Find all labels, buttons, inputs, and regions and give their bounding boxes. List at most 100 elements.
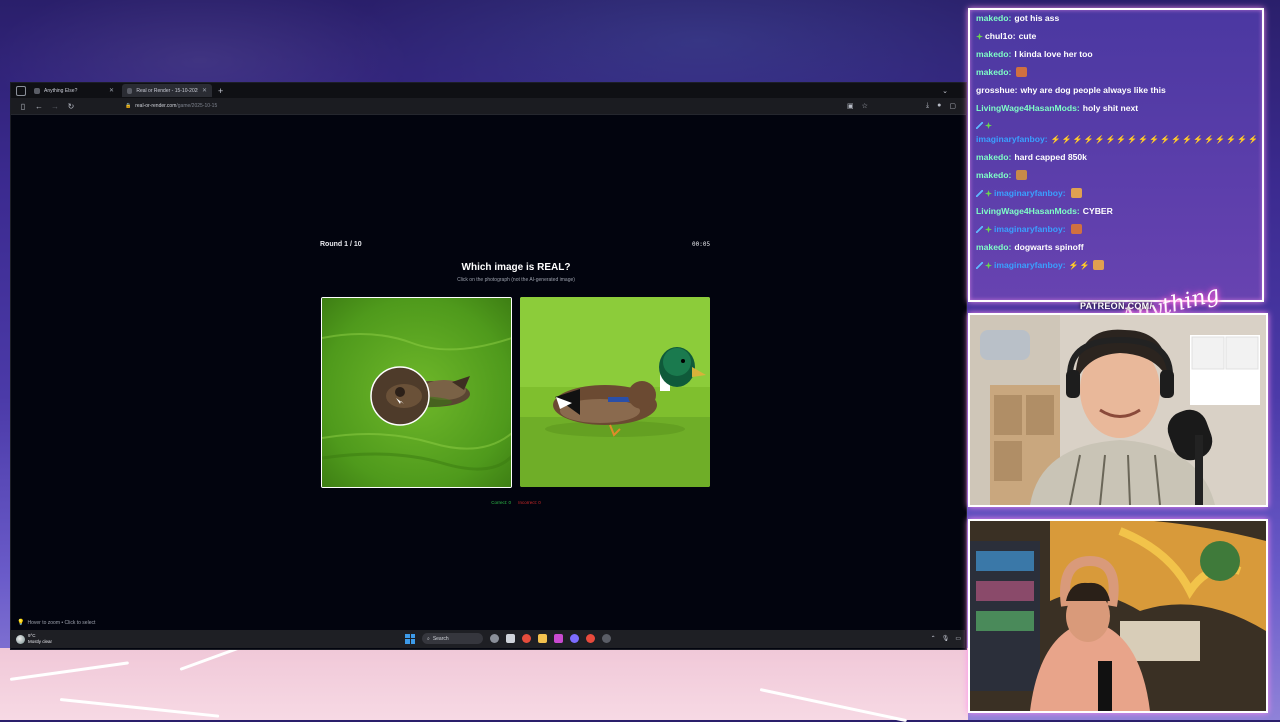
chat-message: imaginaryfanboy:⚡⚡⚡⚡⚡⚡⚡⚡⚡⚡⚡⚡⚡⚡⚡⚡⚡⚡⚡⚡⚡⚡⚡⚡… <box>976 117 1256 148</box>
hint-text: Hover to zoom • Click to select <box>27 619 96 626</box>
incorrect-count: Incorrect: 0 <box>518 500 541 505</box>
task-view-icon[interactable] <box>506 634 515 643</box>
chat-username[interactable]: makedo: <box>976 13 1011 23</box>
chat-text: cute <box>1018 31 1037 41</box>
discord-icon[interactable] <box>570 634 579 643</box>
chat-text: I kinda love her too <box>1014 49 1093 59</box>
webcam-guest-image <box>970 521 1266 711</box>
weather-condition: Mostly clear <box>28 639 53 644</box>
tab-actions-icon[interactable] <box>16 85 26 96</box>
chat-message: imaginaryfanboy: ⚡⚡ <box>976 256 1256 275</box>
chat-message: imaginaryfanboy: <box>976 220 1256 238</box>
new-tab-icon[interactable]: + <box>218 86 223 96</box>
chat-username[interactable]: LivingWage4HasanMods: <box>976 103 1080 113</box>
chat-message: LivingWage4HasanMods: CYBER <box>976 202 1256 220</box>
url-host: real-or-render.com <box>135 103 177 109</box>
game-page: Round 1 / 10 00:05 Which image is REAL? … <box>11 115 966 649</box>
microphone-icon[interactable]: 🎙 <box>942 635 950 642</box>
chrome-icon[interactable] <box>586 634 595 643</box>
chat-username[interactable]: imaginaryfanboy: <box>994 224 1066 234</box>
chat-message: makedo: hard capped 850k <box>976 148 1256 166</box>
tab-favicon-icon <box>127 87 133 94</box>
reload-icon[interactable]: ↻ <box>67 102 75 111</box>
webcam-streamer-image <box>970 315 1266 505</box>
star-badge-icon <box>976 33 983 40</box>
browser-window: Anything Else? ✕ Real or Render - 15-10-… <box>10 82 967 650</box>
address-bar-actions: ▣ ☆ <box>847 102 868 110</box>
taskbar-apps: ⌕ Search <box>405 633 611 644</box>
chat-message: chul1o: cute <box>976 27 1256 45</box>
tab-favicon-icon <box>34 87 40 94</box>
extensions-icon[interactable]: ▢ <box>949 102 956 110</box>
round-counter: Round 1 / 10 <box>320 241 362 248</box>
chat-username[interactable]: chul1o: <box>985 31 1016 41</box>
weather-moon-icon <box>16 634 25 644</box>
forward-icon[interactable]: → <box>51 102 59 111</box>
chat-username[interactable]: makedo: <box>976 170 1011 180</box>
download-icon[interactable]: ⤓ <box>926 102 929 110</box>
chat-username[interactable]: grosshue: <box>976 85 1018 95</box>
system-tray: ⌃ 🎙 ▭ <box>931 635 961 642</box>
chat-emote-icon <box>1070 188 1082 198</box>
chat-emote-icon <box>1016 67 1028 77</box>
weather-widget[interactable]: 9°C Mostly clear <box>16 633 52 645</box>
chat-message: LivingWage4HasanMods: holy shit next <box>976 99 1256 117</box>
chat-username[interactable]: imaginaryfanboy: <box>994 188 1066 198</box>
chat-username[interactable]: makedo: <box>976 67 1011 77</box>
chat-text: CYBER <box>1082 206 1113 216</box>
chat-username[interactable]: makedo: <box>976 152 1011 162</box>
chat-username[interactable]: makedo: <box>976 49 1011 59</box>
star-badge-icon <box>985 122 992 129</box>
chat-emote-icon <box>1092 260 1104 270</box>
windows-start-icon[interactable] <box>405 633 415 644</box>
file-explorer-icon[interactable] <box>538 634 547 643</box>
chat-username[interactable]: makedo: <box>976 242 1011 252</box>
site-info-icon[interactable]: 🔒 <box>125 103 131 109</box>
obs-icon[interactable] <box>602 634 611 643</box>
image-option-right[interactable] <box>520 297 710 487</box>
chat-username[interactable]: imaginaryfanboy: <box>994 260 1066 270</box>
chat-emote-icon <box>1070 224 1082 234</box>
close-tab-icon[interactable]: ✕ <box>109 87 114 94</box>
url-field[interactable]: 🔒 real-or-render.com/game/2025-10-15 <box>125 103 217 109</box>
round-timer: 00:05 <box>692 241 711 248</box>
tray-chevron-icon[interactable]: ⌃ <box>931 635 936 642</box>
tab-list-chevron-icon[interactable]: ⌄ <box>942 87 948 95</box>
chat-message-list: makedo: got his ass chul1o: cute makedo: I ki… <box>976 10 1256 275</box>
windows-taskbar: 9°C Mostly clear ⌕ Search ⌃ 🎙 ▭ <box>10 630 965 648</box>
app-icon-1[interactable] <box>490 634 499 643</box>
chat-text: got his ass <box>1014 13 1060 23</box>
app-icon-2[interactable] <box>522 634 531 643</box>
sidebar-toggle-icon[interactable]: ▯ <box>19 102 27 111</box>
chat-username[interactable]: imaginaryfanboy: <box>976 134 1048 144</box>
close-tab-icon[interactable]: ✕ <box>202 87 207 94</box>
image-option-left[interactable] <box>321 297 512 488</box>
chat-message: makedo: dogwarts spinoff <box>976 238 1256 256</box>
tab-real-or-render[interactable]: Real or Render - 15-10-2025 C ✕ <box>122 84 212 97</box>
chat-username[interactable]: LivingWage4HasanMods: <box>976 206 1080 216</box>
score-display: Correct: 0 Incorrect: 0 <box>316 500 716 505</box>
lightning-emote-icon: ⚡⚡⚡⚡⚡⚡⚡⚡⚡⚡⚡⚡⚡⚡⚡⚡⚡⚡⚡⚡⚡⚡⚡⚡⚡⚡⚡⚡⚡⚡⚡⚡⚡⚡⚡⚡⚡ <box>1050 134 1256 144</box>
reader-icon[interactable]: ▣ <box>847 102 854 110</box>
tab-anything-else[interactable]: Anything Else? ✕ <box>29 84 119 97</box>
bookmark-star-icon[interactable]: ☆ <box>862 102 868 110</box>
url-path: /game/2025-10-15 <box>176 103 218 109</box>
sword-badge-icon <box>976 262 983 269</box>
stream-chat: makedo: got his ass chul1o: cute makedo: I ki… <box>968 8 1264 302</box>
chat-message: makedo: got his ass <box>976 10 1256 27</box>
chat-message: makedo: <box>976 166 1256 184</box>
chat-message: makedo: I kinda love her too <box>976 45 1256 63</box>
back-icon[interactable]: ← <box>35 102 43 111</box>
network-icon[interactable]: ▭ <box>955 635 961 642</box>
profile-icon[interactable]: ● <box>937 102 941 110</box>
sword-badge-icon <box>976 226 983 233</box>
app-icon-3[interactable] <box>554 634 563 643</box>
instructions: Click on the photograph (not the AI-gene… <box>457 277 575 283</box>
lightbulb-icon: 💡 <box>17 620 25 626</box>
taskbar-search[interactable]: ⌕ Search <box>422 633 483 644</box>
webcam-guest <box>968 519 1268 713</box>
star-badge-icon <box>985 226 992 233</box>
chat-text: hard capped 850k <box>1014 152 1087 162</box>
chat-message: grosshue: why are dog people always like … <box>976 81 1256 99</box>
correct-count: Correct: 0 <box>491 500 511 505</box>
